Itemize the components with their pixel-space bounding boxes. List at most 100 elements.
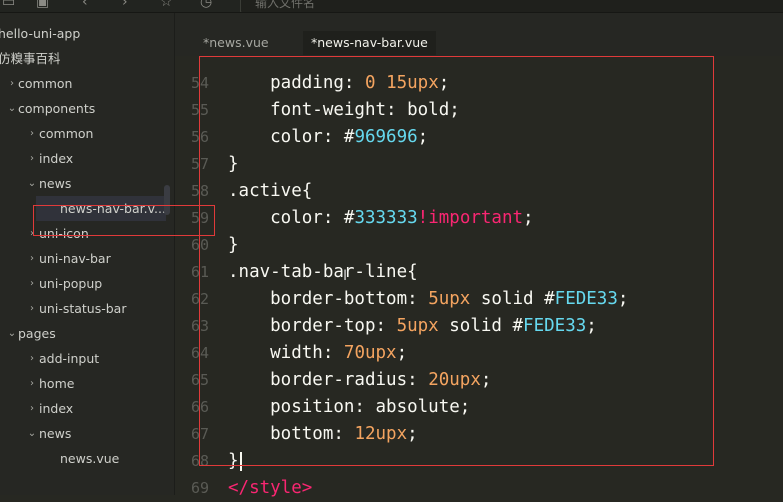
tree-item-label: index xyxy=(39,151,74,166)
code-token: 70upx xyxy=(343,343,397,363)
tree-item[interactable]: › add-input xyxy=(0,346,174,371)
code-text: font-weight: bold; xyxy=(228,97,460,124)
code-line: 68} xyxy=(175,448,783,475)
tree-item-label: add-input xyxy=(39,351,100,366)
line-number: 65 xyxy=(190,371,209,389)
code-editor[interactable]: I 54 padding: 0 15upx; 55 font-weight: bo… xyxy=(175,56,783,498)
tree-item[interactable]: ⌄ components xyxy=(0,96,174,121)
tree-item[interactable]: 仿糗事百科 xyxy=(0,46,174,71)
line-number: 56 xyxy=(190,128,209,146)
tree-item-label: 仿糗事百科 xyxy=(0,51,61,66)
tree-item[interactable]: › common xyxy=(0,121,174,146)
code-token: # xyxy=(343,127,355,147)
line-number: 61 xyxy=(190,263,209,281)
code-token: ; xyxy=(417,127,429,147)
code-token: } xyxy=(228,451,239,471)
menu-icon[interactable]: ▭ xyxy=(2,0,15,10)
tree-item[interactable]: hello-uni-app xyxy=(0,21,174,46)
tree-item[interactable]: › index xyxy=(0,396,174,421)
code-token: ; xyxy=(523,208,534,228)
tree-item[interactable]: ⌄ news xyxy=(0,421,174,446)
project-explorer: hello-uni-app 仿糗事百科 › common ⌄ components › com… xyxy=(0,13,175,495)
tree-item-label: news xyxy=(39,176,72,191)
code-text: .active{ xyxy=(228,178,312,205)
file-search-input[interactable]: 输入文件名 xyxy=(240,0,783,12)
code-token: width: xyxy=(228,343,344,363)
code-line: 63 border-top: 5upx solid #FEDE33; xyxy=(175,313,783,340)
code-token: # xyxy=(544,289,555,309)
history-icon[interactable]: ◷ xyxy=(200,0,212,10)
code-text: padding: 0 15upx; xyxy=(228,70,449,97)
code-token: FEDE33 xyxy=(523,316,587,336)
code-token: padding: xyxy=(228,73,365,93)
code-token: border-top: xyxy=(228,316,397,336)
tree-item-label: news xyxy=(39,426,72,441)
code-token: ; xyxy=(438,73,450,93)
line-number: 55 xyxy=(190,101,209,119)
code-token: ; xyxy=(617,289,629,309)
save-icon[interactable]: ▣ xyxy=(36,0,49,10)
tree-item[interactable]: › common xyxy=(0,71,174,96)
chevron-right-icon[interactable]: › xyxy=(26,246,38,271)
text-caret xyxy=(239,451,242,471)
code-token: FEDE33 xyxy=(554,289,618,309)
tree-item[interactable]: › uni-popup xyxy=(0,271,174,296)
code-line: 67 bottom: 12upx; xyxy=(175,421,783,448)
code-token: ; xyxy=(480,370,492,390)
line-number: 69 xyxy=(190,479,209,497)
code-token: !important xyxy=(417,208,524,228)
chevron-down-icon[interactable]: ⌄ xyxy=(26,171,38,196)
line-number: 63 xyxy=(190,317,209,335)
code-text: bottom: 12upx; xyxy=(228,421,418,448)
tree-item[interactable]: › index xyxy=(0,146,174,171)
tree-item[interactable]: › uni-icon xyxy=(0,221,174,246)
line-number: 66 xyxy=(190,398,209,416)
tree-item[interactable]: news.vue xyxy=(0,446,174,471)
code-line: 62 border-bottom: 5upx solid #FEDE33; xyxy=(175,286,783,313)
chevron-right-icon[interactable]: › xyxy=(26,346,38,371)
tree-item[interactable]: ⌄ news xyxy=(0,171,174,196)
code-line: 58 .active{ xyxy=(175,178,783,205)
chevron-right-icon[interactable]: › xyxy=(26,146,38,171)
tree-item[interactable]: › uni-nav-bar xyxy=(0,246,174,271)
tree-item-label: index xyxy=(39,401,74,416)
tree-item-label: uni-status-bar xyxy=(39,301,127,316)
code-token: 969696 xyxy=(354,127,418,147)
tree-item[interactable]: › uni-status-bar xyxy=(0,296,174,321)
code-line: 61 .nav-tab-bar-line{ xyxy=(175,259,783,286)
line-number: 54 xyxy=(190,74,209,92)
code-text: width: 70upx; xyxy=(228,340,407,367)
line-number: 62 xyxy=(190,290,209,308)
star-icon[interactable]: ☆ xyxy=(160,0,173,10)
tree-item[interactable]: news-nav-bar.v... xyxy=(36,196,166,221)
code-token: color: xyxy=(228,127,344,147)
code-line: 69 </style> xyxy=(175,475,783,502)
chevron-right-icon[interactable]: › xyxy=(26,296,38,321)
chevron-down-icon[interactable]: ⌄ xyxy=(26,421,38,446)
back-arrow-icon[interactable]: ‹ xyxy=(82,0,88,10)
code-token: solid xyxy=(438,316,513,336)
sidebar-scrollbar[interactable] xyxy=(164,185,170,215)
code-token: ; xyxy=(396,343,408,363)
tree-item[interactable]: › home xyxy=(0,371,174,396)
chevron-right-icon[interactable]: › xyxy=(26,221,38,246)
code-text: </style> xyxy=(228,475,312,502)
forward-arrow-icon[interactable]: › xyxy=(122,0,128,10)
chevron-right-icon[interactable]: › xyxy=(26,396,38,421)
chevron-right-icon[interactable]: › xyxy=(26,371,38,396)
tab-news-nav-bar[interactable]: *news-nav-bar.vue xyxy=(303,31,436,55)
chevron-right-icon[interactable]: › xyxy=(26,271,38,296)
code-token: border-radius: xyxy=(228,370,429,390)
line-number: 67 xyxy=(190,425,209,443)
tree-item[interactable]: ⌄ pages xyxy=(0,321,174,346)
tab-news[interactable]: *news.vue xyxy=(195,31,277,55)
chevron-down-icon[interactable]: ⌄ xyxy=(6,96,18,121)
code-line: 64 width: 70upx; xyxy=(175,340,783,367)
chevron-right-icon[interactable]: › xyxy=(26,121,38,146)
chevron-down-icon[interactable]: ⌄ xyxy=(6,321,18,346)
line-number: 57 xyxy=(190,155,209,173)
line-number: 60 xyxy=(190,236,209,254)
tree-item-label: uni-popup xyxy=(39,276,103,291)
code-line: 57} xyxy=(175,151,783,178)
chevron-right-icon[interactable]: › xyxy=(6,71,18,96)
